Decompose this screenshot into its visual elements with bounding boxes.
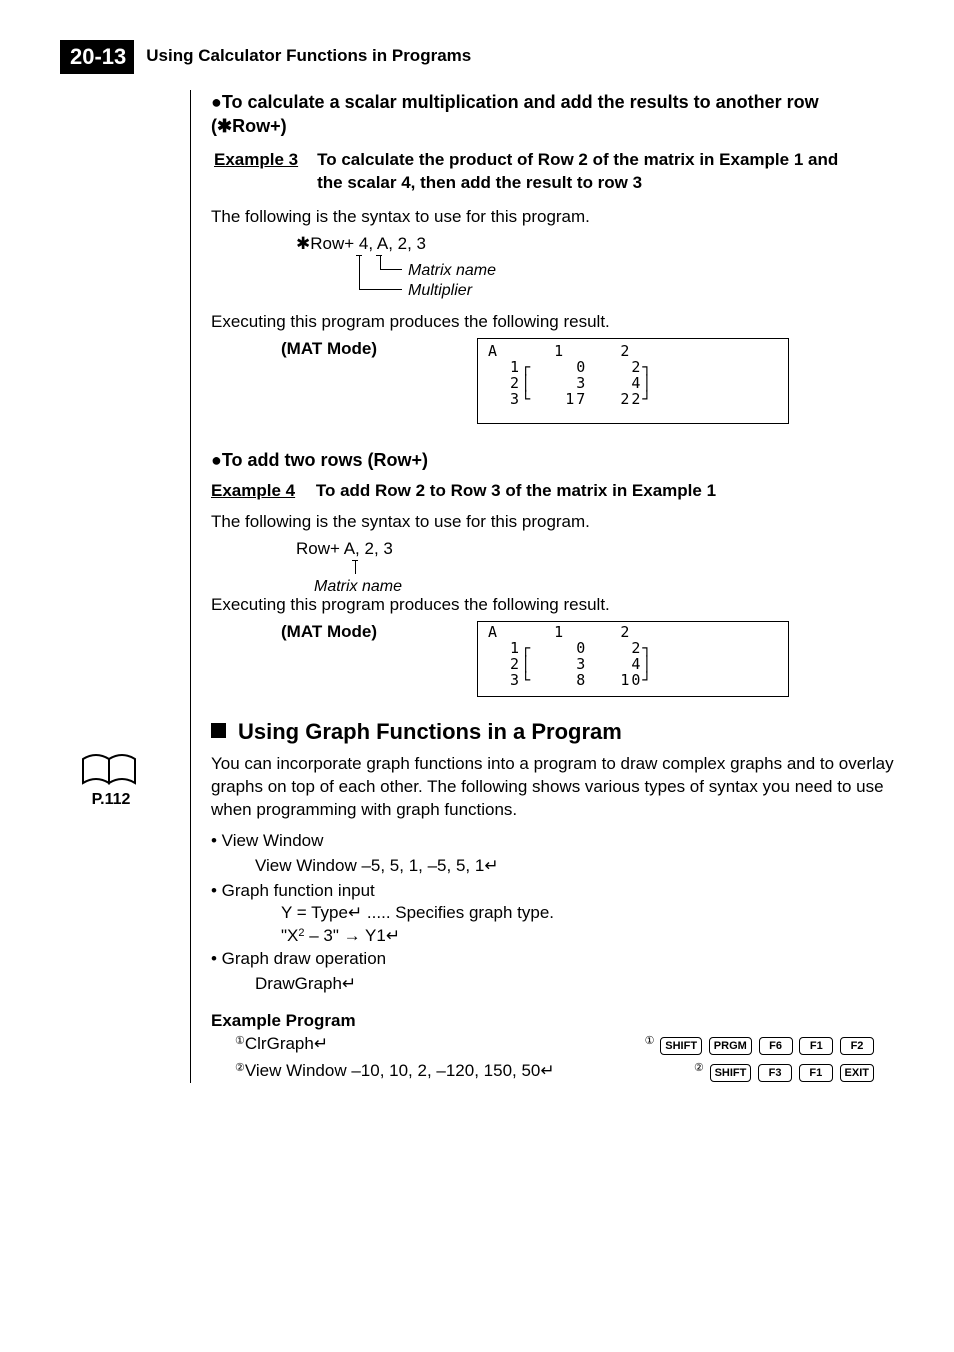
example4-desc: To add Row 2 to Row 3 of the matrix in E…: [316, 481, 716, 500]
chapter-badge: 20-13: [60, 40, 134, 74]
sec2-intro: The following is the syntax to use for t…: [211, 511, 894, 534]
sec1-ann-mult: Multiplier: [408, 280, 472, 302]
reference-icon: P.112: [81, 747, 141, 811]
key-f3: F3: [758, 1064, 792, 1082]
graph-func-code1: Y = Type↵ ..... Specifies graph type.: [281, 902, 894, 925]
sec2-mat-mode: (MAT Mode): [281, 621, 377, 644]
ep1-code: ClrGraph↵: [245, 1034, 328, 1053]
sec1-mat-mode: (MAT Mode): [281, 338, 377, 361]
example4-row: Example 4 To add Row 2 to Row 3 of the m…: [211, 480, 894, 503]
sec1-screen: A 1 2 1┌ 0 2┐ 2│ 3 4│ 3└ 17 22┘: [477, 338, 789, 424]
ep1-keys: ① SHIFT PRGM F6 F1 F2: [645, 1033, 875, 1056]
key-prgm: PRGM: [709, 1037, 752, 1055]
key-f1: F1: [799, 1064, 833, 1082]
sec1-syntax: ✱Row+ 4, A, 2, 3 Matrix name Multiplier: [296, 233, 894, 303]
sec2-syntax-main: Row+ A, 2, 3: [296, 539, 393, 558]
sec1-result: (MAT Mode) A 1 2 1┌ 0 2┐ 2│ 3 4│ 3└ 17 2…: [211, 338, 894, 424]
graph-func-code2: "X2 – 3" → Y1↵: [281, 925, 894, 948]
example-program-heading: Example Program: [211, 1010, 894, 1033]
example3-label: Example 3: [214, 150, 298, 169]
sec3-heading-text: Using Graph Functions in a Program: [238, 719, 622, 744]
square-icon: [211, 723, 226, 738]
graph-draw-code: DrawGraph↵: [255, 973, 894, 996]
page-number: 390: [0, 1113, 894, 1136]
ep2-code: View Window –10, 10, 2, –120, 150, 50↵: [245, 1061, 555, 1080]
graph-draw-label: • Graph draw operation: [211, 948, 894, 971]
sec2-heading: ●To add two rows (Row+): [211, 448, 894, 472]
sec1-intro: The following is the syntax to use for t…: [211, 206, 894, 229]
chapter-header: 20-13 Using Calculator Functions in Prog…: [60, 40, 894, 74]
sec1-heading: ●To calculate a scalar multiplication an…: [211, 90, 894, 139]
key-f2: F2: [840, 1037, 874, 1055]
key-shift: SHIFT: [710, 1064, 752, 1082]
sec2-screen: A 1 2 1┌ 0 2┐ 2│ 3 4│ 3└ 8 10┘: [477, 621, 789, 697]
key-f1: F1: [799, 1037, 833, 1055]
view-window-code: View Window –5, 5, 1, –5, 5, 1↵: [255, 855, 894, 878]
example4-label: Example 4: [211, 481, 295, 500]
sec1-ann-matrix: Matrix name: [408, 260, 496, 282]
sec2-syntax: Row+ A, 2, 3 Matrix name: [296, 538, 894, 594]
ep1-superscript: ①: [235, 1035, 245, 1047]
sec3-heading: Using Graph Functions in a Program: [211, 717, 894, 747]
sec3-body: You can incorporate graph functions into…: [211, 753, 894, 822]
pages-icon: [81, 747, 141, 787]
chapter-title: Using Calculator Functions in Programs: [146, 45, 471, 68]
view-window-label: • View Window: [211, 830, 894, 853]
example3-row: Example 3 To calculate the product of Ro…: [211, 146, 894, 198]
example3-desc-line2: the scalar 4, then add the result to row…: [317, 172, 838, 195]
example3-desc-line1: To calculate the product of Row 2 of the…: [317, 149, 838, 172]
ep2-superscript: ②: [235, 1062, 245, 1074]
reference-page: P.112: [81, 789, 141, 811]
sec1-exec: Executing this program produces the foll…: [211, 311, 894, 334]
key-shift: SHIFT: [660, 1037, 702, 1055]
sec2-result: (MAT Mode) A 1 2 1┌ 0 2┐ 2│ 3 4│ 3└ 8 10…: [211, 621, 894, 697]
sec1-matrix-data: A 1 2 1┌ 0 2┐ 2│ 3 4│ 3└ 17 22┘: [488, 343, 653, 407]
key-f6: F6: [759, 1037, 793, 1055]
sec2-matrix-data: A 1 2 1┌ 0 2┐ 2│ 3 4│ 3└ 8 10┘: [488, 624, 653, 688]
ep2-keys: ② SHIFT F3 F1 EXIT: [694, 1060, 875, 1083]
key-exit: EXIT: [840, 1064, 874, 1082]
sec1-syntax-main: ✱Row+ 4, A, 2, 3: [296, 234, 426, 253]
graph-func-input-label: • Graph function input: [211, 880, 894, 903]
example-program-line2: ②View Window –10, 10, 2, –120, 150, 50↵ …: [235, 1060, 875, 1083]
sec2-ann-matrix: Matrix name: [314, 576, 402, 598]
example-program-line1: ①ClrGraph↵ ① SHIFT PRGM F6 F1 F2: [235, 1033, 875, 1056]
